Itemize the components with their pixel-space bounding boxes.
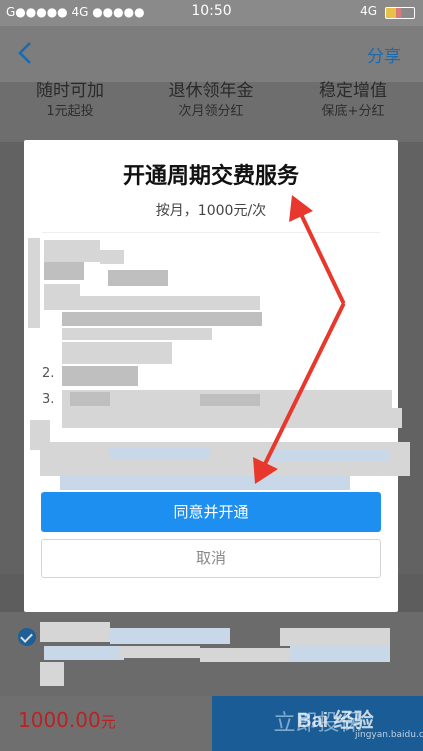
- feature-subtitle-2: 次月领分红: [178, 104, 244, 119]
- watermark-url: jingyan.baidu.com: [355, 730, 423, 740]
- list-number-3: 3.: [42, 392, 55, 407]
- network-indicator: 4G: [360, 4, 377, 18]
- price-unit: 元: [100, 713, 116, 731]
- price-value: 1000.00: [18, 708, 101, 732]
- cancel-button[interactable]: 取消: [41, 539, 381, 578]
- agree-and-enable-button[interactable]: 同意并开通: [41, 492, 381, 532]
- battery-icon: [385, 7, 415, 19]
- features-row: 随时可加 1元起投 退休领年金 次月领分红 稳定增值 保底+分红: [0, 81, 423, 142]
- dialog-title: 开通周期交费服务: [122, 164, 299, 189]
- nav-bar: 分享: [0, 26, 423, 82]
- divider: [42, 232, 380, 233]
- price-total: 1000.00元: [18, 708, 116, 732]
- dialog-subtitle: 按月，1000元/次: [155, 203, 267, 219]
- watermark-text: Bai 经验: [297, 710, 374, 732]
- feature-title-1: 随时可加: [36, 81, 104, 101]
- back-chevron-icon[interactable]: [14, 38, 40, 68]
- checkmark-icon[interactable]: [18, 628, 36, 646]
- feature-title-3: 稳定增值: [319, 81, 387, 101]
- feature-subtitle-1: 1元起投: [46, 104, 94, 119]
- list-number-2: 2.: [42, 366, 55, 381]
- feature-title-2: 退休领年金: [168, 81, 254, 101]
- baidu-watermark: Bai 经验 jingyan.baidu.com: [297, 700, 423, 748]
- share-button[interactable]: 分享: [367, 42, 401, 67]
- feature-subtitle-3: 保底+分红: [321, 104, 385, 119]
- status-bar: G●●●●● 4G ●●●●● 10:50 4G: [0, 0, 423, 26]
